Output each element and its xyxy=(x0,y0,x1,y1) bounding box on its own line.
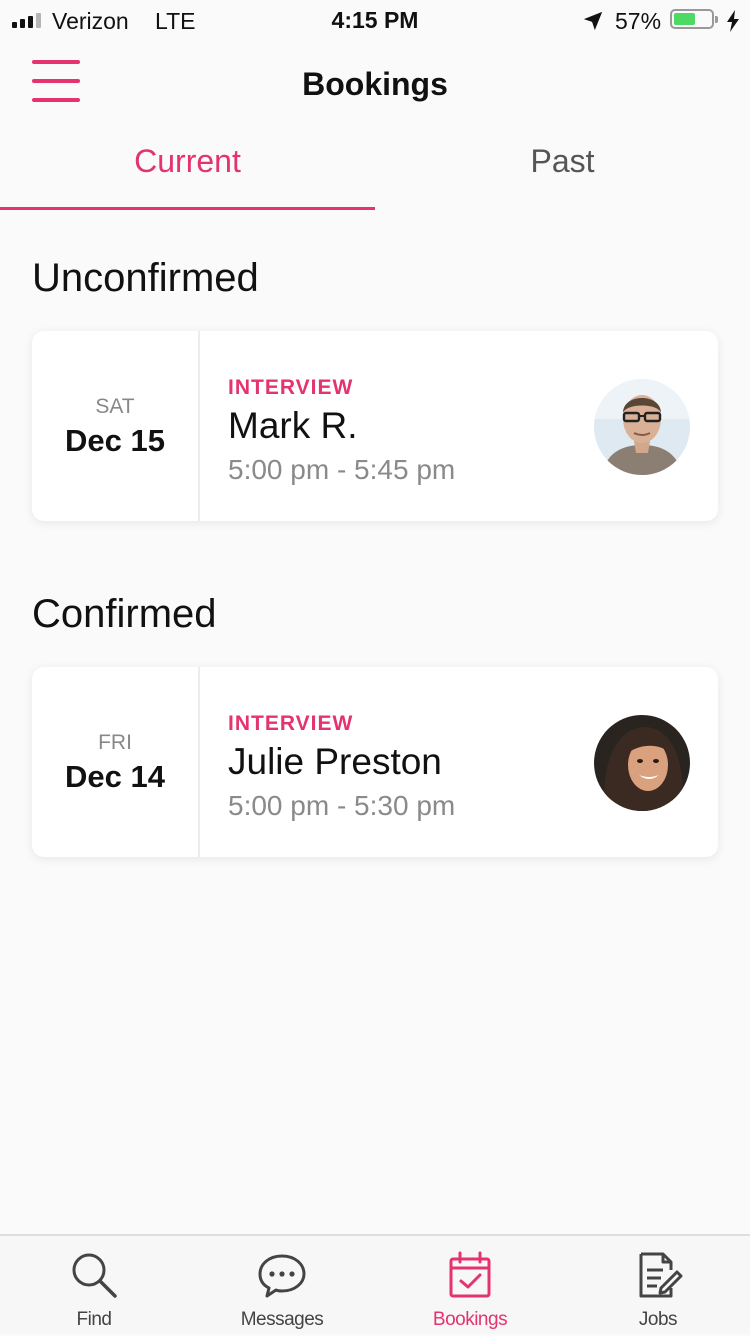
avatar[interactable] xyxy=(594,715,690,811)
unconfirmed-heading: Unconfirmed xyxy=(32,256,259,300)
battery-fill xyxy=(674,13,695,25)
tab-messages[interactable]: Messages xyxy=(188,1236,376,1336)
document-edit-icon xyxy=(639,1252,683,1298)
tab-messages-label: Messages xyxy=(240,1309,324,1330)
confirmed-heading: Confirmed xyxy=(32,592,217,636)
tab-find[interactable]: Find xyxy=(0,1236,188,1336)
booking-card-confirmed[interactable]: FRI Dec 14 INTERVIEW Julie Preston 5:00 … xyxy=(32,667,718,857)
booking-time: 5:00 pm - 5:30 pm xyxy=(228,790,456,821)
status-bar: Verizon LTE 4:15 PM 57% xyxy=(0,0,750,40)
battery-icon xyxy=(670,9,718,29)
tab-current[interactable]: Current xyxy=(0,120,375,210)
search-icon xyxy=(72,1253,117,1298)
booking-date: Dec 15 xyxy=(65,423,165,458)
battery-percent: 57% xyxy=(615,8,662,34)
booking-day-of-week: SAT xyxy=(95,395,135,418)
tab-past[interactable]: Past xyxy=(375,120,750,210)
calendar-check-icon xyxy=(449,1251,491,1298)
booking-date-block: SAT Dec 15 xyxy=(32,331,200,521)
page-title: Bookings xyxy=(302,66,448,102)
booking-time: 5:00 pm - 5:45 pm xyxy=(228,454,456,485)
booking-name: Mark R. xyxy=(228,405,358,446)
location-arrow-icon xyxy=(583,11,603,31)
charging-bolt-icon xyxy=(727,10,739,32)
booking-name: Julie Preston xyxy=(228,741,442,782)
tab-jobs-label: Jobs xyxy=(638,1309,678,1330)
booking-day-of-week: FRI xyxy=(98,731,132,754)
tab-jobs[interactable]: Jobs xyxy=(564,1236,750,1336)
booking-type: INTERVIEW xyxy=(228,712,354,735)
chat-bubble-icon xyxy=(258,1254,306,1298)
tab-bookings[interactable]: Bookings xyxy=(376,1236,564,1336)
booking-date-block: FRI Dec 14 xyxy=(32,667,200,857)
tab-bookings-label: Bookings xyxy=(432,1309,508,1330)
booking-type: INTERVIEW xyxy=(228,376,354,399)
booking-date: Dec 14 xyxy=(65,759,165,794)
booking-card-unconfirmed[interactable]: SAT Dec 15 INTERVIEW Mark R. 5:00 pm - 5… xyxy=(32,331,718,521)
avatar[interactable] xyxy=(594,379,690,475)
booking-tabs: Current Past xyxy=(0,120,750,210)
bottom-tab-bar: Find Messages Bookings Jobs xyxy=(0,1234,750,1334)
tab-find-label: Find xyxy=(76,1309,112,1330)
